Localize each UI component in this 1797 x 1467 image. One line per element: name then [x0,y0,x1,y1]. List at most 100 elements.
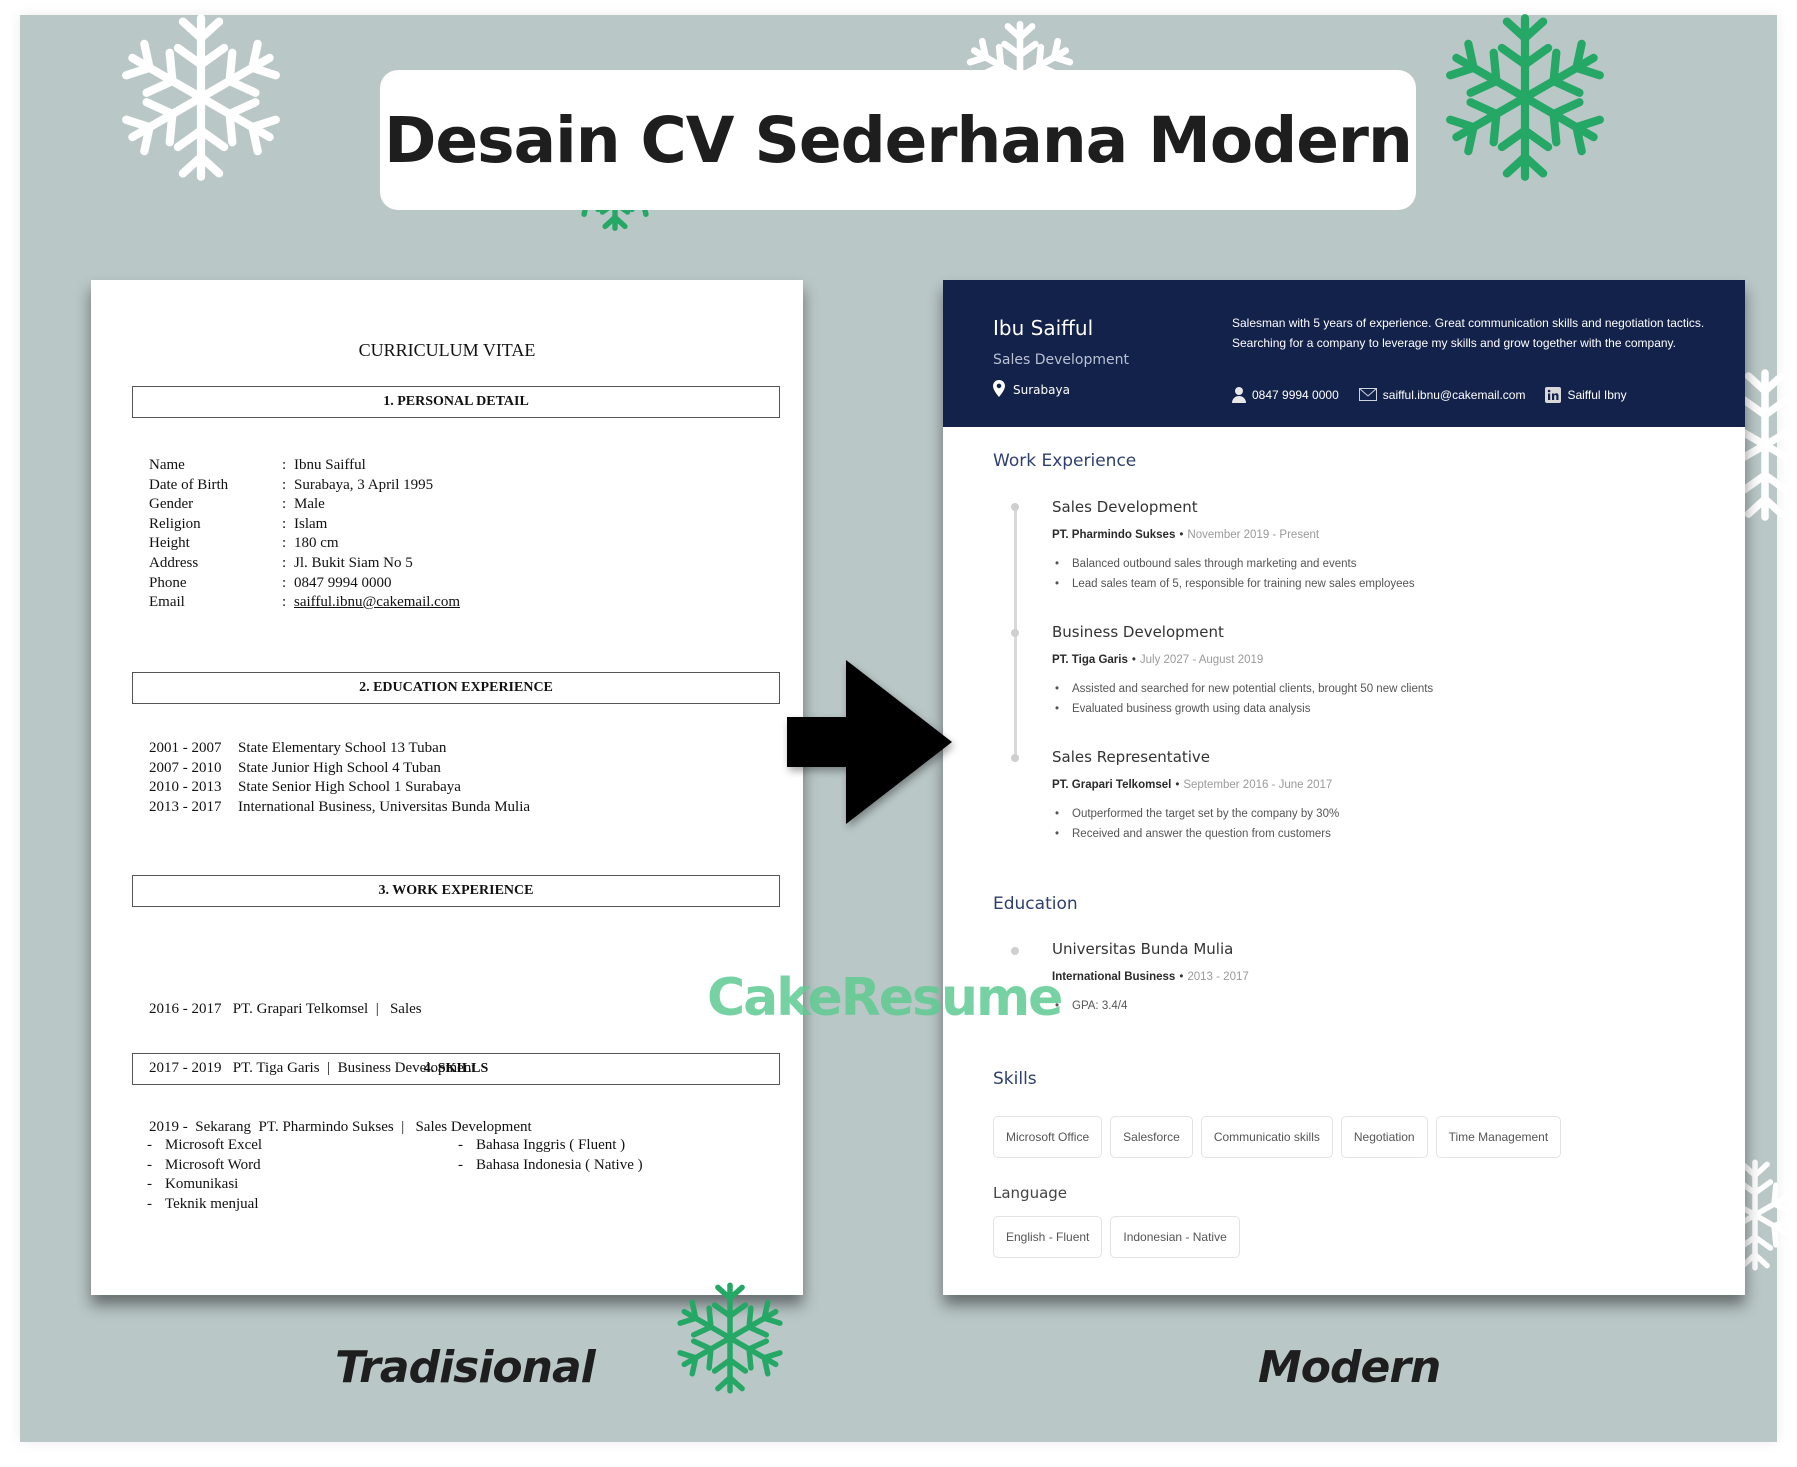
detail-value: 0847 9994 0000 [294,574,392,591]
language-tag: English - Fluent [993,1216,1103,1258]
education-row: 2010 - 2013 State Senior High School 1 Su… [149,778,530,798]
separator: • [1179,971,1184,983]
separator: • [1175,779,1180,791]
job-meta: PT. Grapari Telkomsel • September 2016 - J… [1052,779,1339,791]
detail-row: Date of Birth: Surabaya, 3 April 1995 [149,476,460,496]
email-text: saifful.ibnu@cakemail.com [1382,387,1526,402]
bullet: • [1055,558,1060,570]
school-name: Universitas Bunda Mulia [1052,940,1234,958]
bullet: • [1055,827,1060,840]
summary: Salesman with 5 years of experience. Gre… [1232,316,1705,350]
skill-text: Komunikasi [165,1176,239,1193]
list-item: • Received and answer the question from c… [1052,825,1339,845]
education-row: 2001 - 2007 State Elementary School 13 Tu… [149,739,530,759]
education-school: State Senior High School 1 Surabaya [238,779,461,796]
dash-bullet: - [458,1156,463,1173]
location: Surabaya [993,380,1070,400]
detail-value: 180 cm [294,535,339,552]
map-pin-icon [993,380,1005,400]
work-row: 2016 - 2017 PT. Grapari Telkomsel | Sale… [149,1001,422,1018]
dash-bullet: - [458,1137,463,1153]
section-title-skills: Skills [993,1069,1037,1089]
job-company: PT. Tiga Garis [1052,654,1128,666]
skill-text: Teknik menjual [165,1195,259,1212]
timeline-dot [1011,947,1019,955]
detail-row: Address: Jl. Bukit Siam No 5 [149,554,460,574]
dash-bullet: - [147,1156,152,1173]
skill-tag: Communicatio skills [1200,1116,1333,1158]
education-years: 2007 - 2010 [149,759,222,776]
timeline-dot [1011,754,1019,762]
mail-icon [1358,388,1377,401]
section-header-skills: 4. SKILLS [132,1053,780,1085]
candidate-role: Sales Development [993,352,1129,368]
detail-row: Height:180 cm [149,534,460,554]
skill-tag: Negotiation [1340,1116,1428,1158]
skill-item: - Bahasa Inggris ( Fluent ) [458,1136,643,1156]
detail-label: Address [149,554,199,571]
label-traditional: Tradisional [335,1342,596,1393]
job-bullets: • Assisted and searched for new potential… [1052,680,1433,719]
contact-email[interactable]: saifful.ibnu@cakemail.com [1358,386,1526,403]
skills-list-left: - Microsoft Excel - Microsoft Word - Komuni… [147,1136,262,1214]
candidate-name: Ibu Saifful [993,316,1094,340]
job-dates: November 2019 - Present [1187,529,1320,541]
skill-item: - Teknik menjual [147,1195,262,1215]
education-bullets: • GPA: 3.4/4 [1052,997,1249,1017]
skill-item: - Microsoft Word [147,1156,262,1176]
education-major: International Business [1052,971,1176,983]
snowflake-icon [675,1283,785,1393]
detail-sep: : [282,457,287,473]
bullet: • [1055,702,1060,715]
bullet-text: Outperformed the target set by the compa… [1072,808,1340,820]
separator: • [1179,529,1184,541]
contact-linkedin[interactable]: Saifful Ibny [1545,386,1627,403]
email-link[interactable]: saifful.ibnu@cakemail.com [294,593,460,613]
linkedin-text: Saifful Ibny [1567,387,1627,402]
detail-value: Islam [294,515,328,532]
detail-sep: : [282,496,287,513]
traditional-cv: CURRICULUM VITAE 1. PERSONAL DETAIL Name… [91,280,803,1295]
bullet: • [1055,808,1060,820]
job-entry: Business Development PT. Tiga Garis • July… [1052,623,1433,719]
skill-text: Bahasa Indonesia ( Native ) [476,1156,643,1173]
education-list: 2001 - 2007 State Elementary School 13 Tu… [149,739,530,817]
education-row: 2007 - 2010 State Junior High School 4 Tu… [149,759,530,779]
education-years: 2001 - 2007 [149,740,222,756]
education-dates: 2013 - 2017 [1187,971,1249,983]
section-header-work: 3. WORK EXPERIENCE [132,875,780,907]
skill-text: Bahasa Inggris ( Fluent ) [476,1137,626,1153]
bullet: • [1055,683,1060,695]
bullet-text: Evaluated business growth using data ana… [1072,702,1311,715]
timeline-dot [1011,629,1019,637]
skill-item: - Bahasa Indonesia ( Native ) [458,1156,643,1176]
title-banner: Desain CV Sederhana Modern [380,70,1416,210]
job-meta: PT. Tiga Garis • July 2027 - August 2019 [1052,654,1433,666]
list-item: • Balanced outbound sales through marketi… [1052,555,1415,575]
detail-value: Ibnu Saifful [294,457,366,473]
modern-cv: Ibu Saifful Sales Development Surabaya S… [943,280,1745,1295]
education-years: 2010 - 2013 [149,779,222,796]
list-item: • Evaluated business growth using data an… [1052,700,1433,720]
bullet-text: Lead sales team of 5, responsible for tr… [1072,577,1415,590]
skill-tag: Microsoft Office [993,1116,1103,1158]
dash-bullet: - [147,1137,152,1153]
job-dates: September 2016 - June 2017 [1183,779,1333,791]
person-icon [1232,386,1246,403]
detail-row: Email: saifful.ibnu@cakemail.com [149,593,460,613]
snowflake-icon [1440,15,1610,180]
detail-label: Email [149,594,185,611]
detail-label: Religion [149,515,201,532]
personal-details: Name: Ibnu Saifful Date of Birth: Surabaya… [149,456,460,613]
detail-sep: : [282,554,287,571]
section-header-personal: 1. PERSONAL DETAIL [132,386,780,418]
detail-sep: : [282,535,287,552]
detail-sep: : [282,476,287,493]
skills-list-right: - Bahasa Inggris ( Fluent ) - Bahasa Indon… [458,1136,643,1175]
bullet: • [1055,577,1060,590]
detail-row: Name: Ibnu Saifful [149,456,460,476]
list-item: • GPA: 3.4/4 [1052,997,1249,1017]
detail-label: Gender [149,496,194,513]
skill-item: - Komunikasi [147,1175,262,1195]
bullet-text: GPA: 3.4/4 [1072,1000,1128,1012]
